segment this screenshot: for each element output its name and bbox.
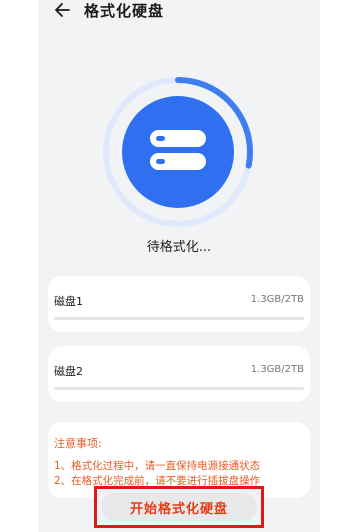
page-title: 格式化硬盘 <box>84 2 165 20</box>
disk-usage-bar <box>54 387 304 390</box>
disk-icon-circle <box>122 96 234 208</box>
disk-capacity: 1.3GB/2TB <box>250 364 304 375</box>
notice-line-1: 1、格式化过程中，请一直保持电源接通状态 <box>54 460 261 472</box>
disk-capacity: 1.3GB/2TB <box>250 294 304 305</box>
format-status-text: 待格式化... <box>146 240 212 255</box>
disk-card-1: 磁盘1 1.3GB/2TB <box>48 276 310 332</box>
start-format-highlight: 开始格式化硬盘 <box>94 486 264 528</box>
format-progress-ring <box>103 77 253 227</box>
disk-name: 磁盘1 <box>54 295 83 308</box>
disk-name: 磁盘2 <box>54 365 83 378</box>
disk-card-2: 磁盘2 1.3GB/2TB <box>48 346 310 402</box>
header: 格式化硬盘 <box>38 0 320 26</box>
back-arrow-icon[interactable] <box>52 0 72 20</box>
disk-usage-bar <box>54 317 304 320</box>
notice-title: 注意事项: <box>54 437 102 450</box>
start-format-button[interactable]: 开始格式化硬盘 <box>101 493 257 521</box>
format-disk-screen: 格式化硬盘 待格式化... 磁盘1 1.3GB/2TB 磁盘2 1.3GB/2T… <box>38 0 320 532</box>
